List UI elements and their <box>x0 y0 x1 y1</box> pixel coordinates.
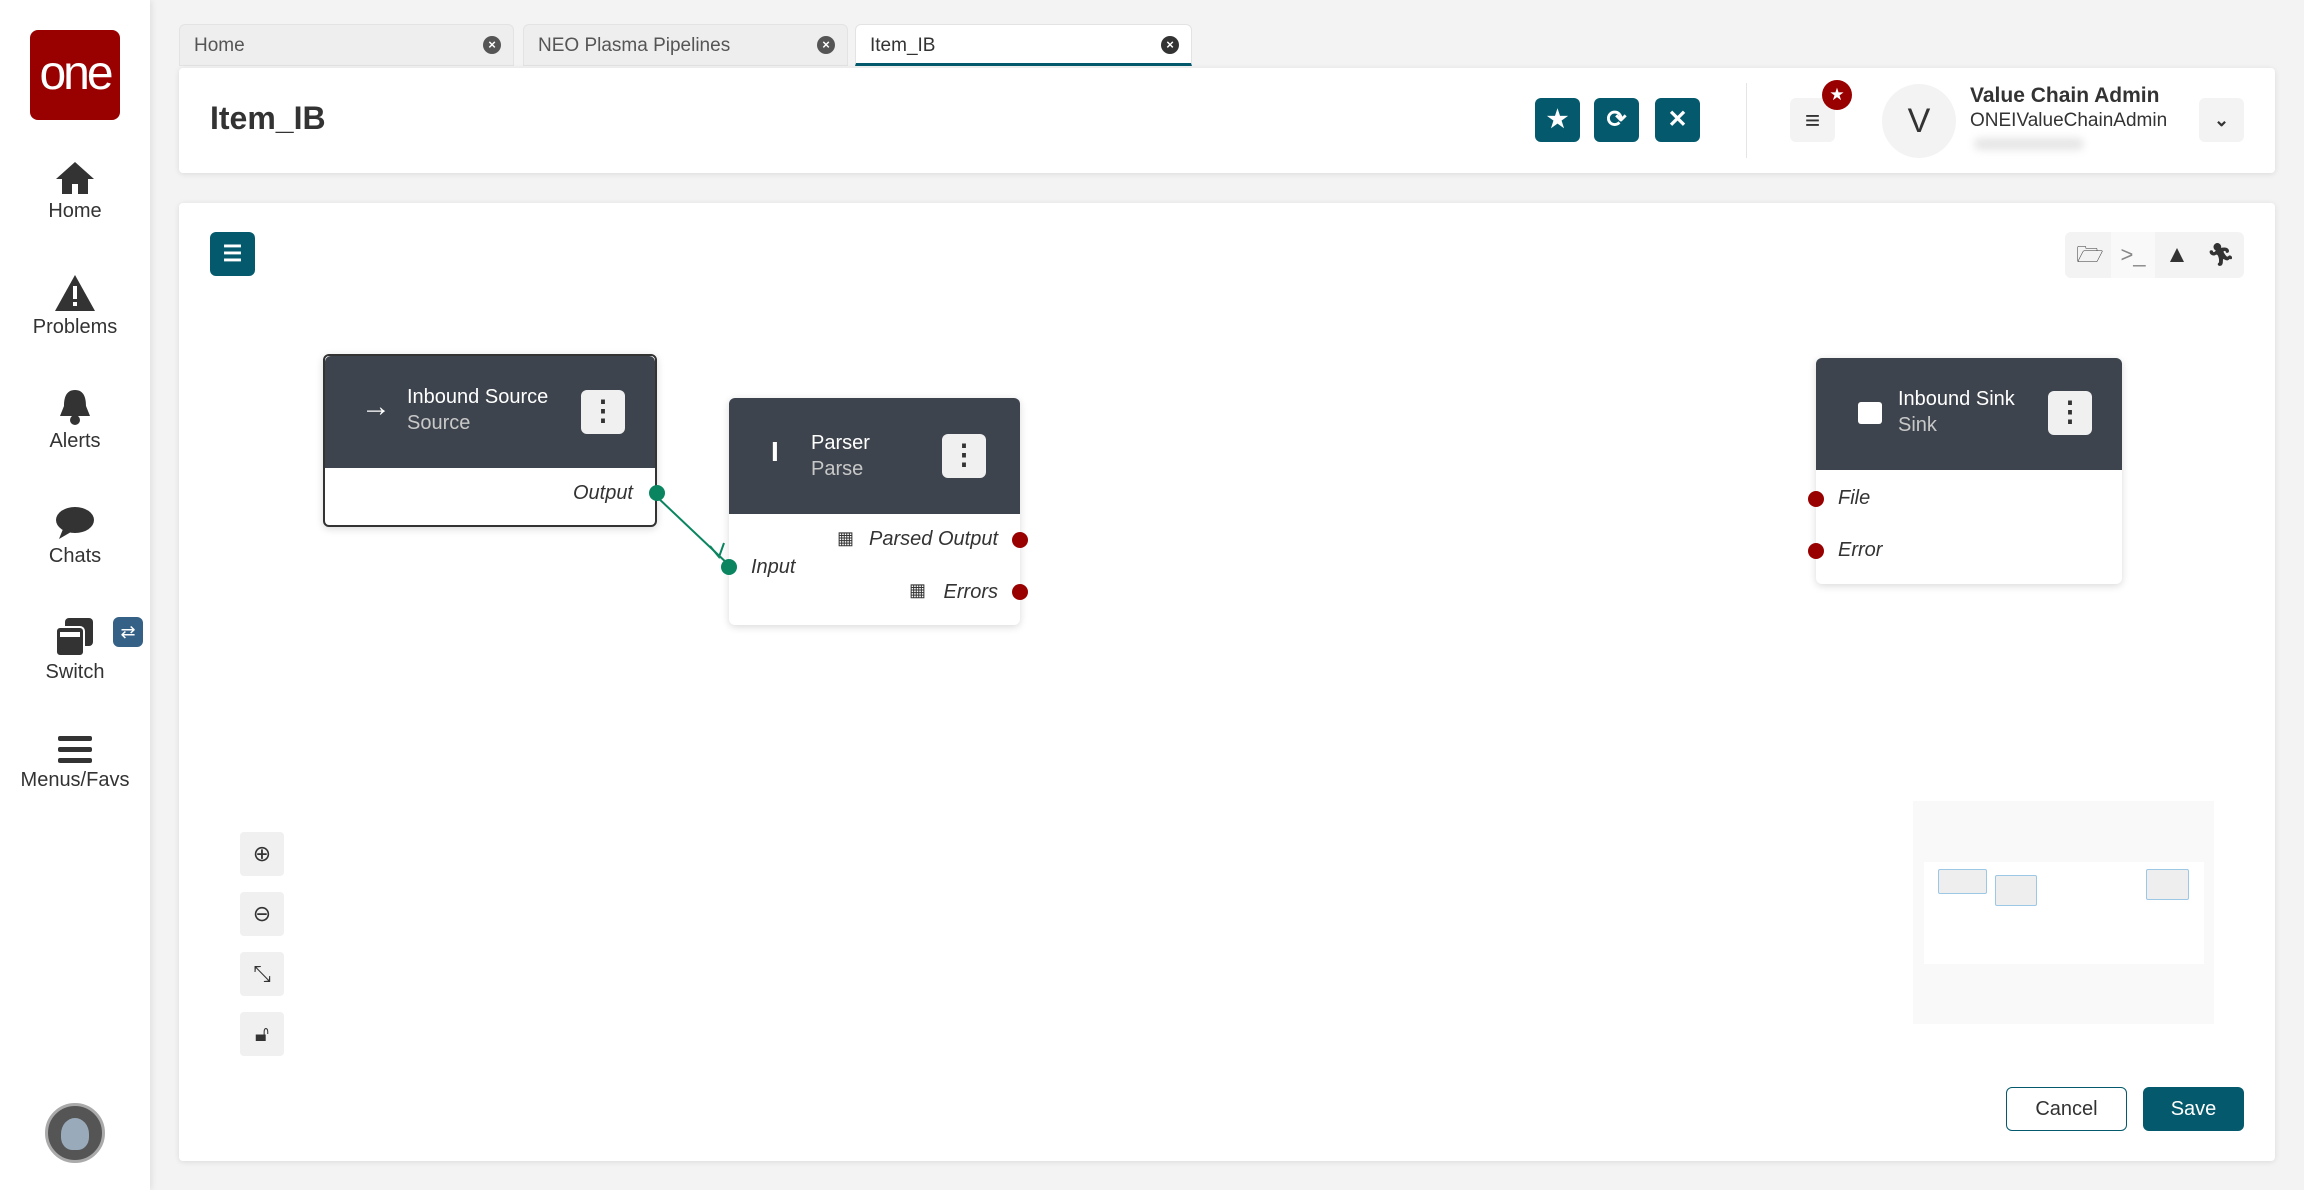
tab-label: Home <box>194 35 245 56</box>
node-parser[interactable]: I Parser Parse ⋮ Input ▦ Parsed Output ▦… <box>721 398 1028 625</box>
square-icon <box>1858 402 1882 424</box>
user-menu-chevron-down-icon[interactable]: ⌄ <box>2199 98 2244 142</box>
zoom-in-button[interactable]: ⊕ <box>240 832 284 876</box>
cancel-button[interactable]: Cancel <box>2006 1087 2127 1131</box>
sidebar-item-label: Alerts <box>49 430 101 452</box>
close-icon: ✕ <box>1667 106 1688 133</box>
sidebar-item-label: Chats <box>48 545 102 567</box>
lock-toggle-button[interactable]: 🔓︎ <box>240 1012 284 1056</box>
logo[interactable]: one <box>30 30 120 120</box>
tab-item-ib[interactable]: Item_IB × <box>855 24 1192 66</box>
minimap-node <box>1938 869 1987 894</box>
star-icon: ★ <box>1546 106 1569 133</box>
node-title: Inbound Sink <box>1898 388 2015 410</box>
favorites-badge-star-icon[interactable]: ★ <box>1822 80 1852 110</box>
node-inbound-sink[interactable]: Inbound Sink Sink ⋮ File Error <box>1808 358 2122 584</box>
zoom-out-icon: ⊖ <box>252 901 272 926</box>
assistant-avatar-icon[interactable] <box>45 1103 105 1163</box>
home-icon <box>56 162 94 194</box>
node-inbound-source[interactable]: → Inbound Source Source ⋮ Output <box>323 354 665 527</box>
hamburger-icon <box>58 736 92 763</box>
port-input[interactable] <box>721 559 737 575</box>
close-button[interactable]: ✕ <box>1655 98 1700 142</box>
tab-home[interactable]: Home × <box>179 24 514 66</box>
port-errors[interactable] <box>1012 584 1028 600</box>
user-id: ONEIValueChainAdmin <box>1970 110 2168 131</box>
text-cursor-icon: I <box>771 436 779 467</box>
node-header: Inbound Sink Sink ⋮ <box>1816 358 2122 470</box>
zoom-out-button[interactable]: ⊖ <box>240 892 284 936</box>
sidebar-item-menus-favs[interactable]: Menus/Favs <box>0 735 150 792</box>
avatar[interactable]: V <box>1882 84 1956 158</box>
node-title: Parser <box>811 432 870 454</box>
node-subtitle: Sink <box>1898 414 1937 436</box>
sidebar-item-chats[interactable]: Chats <box>0 505 150 568</box>
node-subtitle: Parse <box>811 458 864 480</box>
grid-icon: ▦ <box>909 580 927 600</box>
page-header: Item_IB ★ ⟳ ✕ ≡ ★ V Value Chain Admin ON… <box>179 68 2275 173</box>
tab-neo-plasma-pipelines[interactable]: NEO Plasma Pipelines × <box>523 24 848 66</box>
port-output[interactable] <box>649 485 665 501</box>
port-label-input: Input <box>751 556 796 578</box>
mountain-icon[interactable]: ▲ <box>2155 232 2199 278</box>
unlock-icon: 🔓︎ <box>254 1021 270 1046</box>
minimap-node <box>2146 869 2189 900</box>
node-subtitle: Source <box>407 412 471 434</box>
node-menu-kebab-icon[interactable]: ⋮ <box>942 434 986 478</box>
bell-icon <box>60 390 90 425</box>
divider <box>1746 83 1747 158</box>
pipeline-canvas[interactable]: ☰ 🗁 >_ ▲ 🏃︎ → Inbound Source Source ⋮ Ou… <box>179 203 2275 1161</box>
chat-icon <box>56 507 94 539</box>
zoom-in-icon: ⊕ <box>252 841 272 866</box>
close-tab-icon[interactable]: × <box>817 36 835 54</box>
terminal-icon[interactable]: >_ <box>2111 232 2155 278</box>
favorite-button[interactable]: ★ <box>1535 98 1580 142</box>
user-name: Value Chain Admin <box>1970 84 2160 107</box>
warning-icon <box>55 275 95 311</box>
grid-icon: ▦ <box>837 528 855 548</box>
node-title: Inbound Source <box>407 386 549 408</box>
port-error[interactable] <box>1808 543 1824 559</box>
node-menu-kebab-icon[interactable]: ⋮ <box>581 390 625 434</box>
sidebar-item-home[interactable]: Home <box>0 160 150 223</box>
sidebar-item-label: Home <box>48 200 102 222</box>
node-header: I Parser Parse ⋮ <box>729 398 1020 514</box>
close-tab-icon[interactable]: × <box>483 36 501 54</box>
refresh-button[interactable]: ⟳ <box>1594 98 1639 142</box>
compress-icon: ⤡ <box>253 961 271 986</box>
port-label-parsed-output: Parsed Output <box>869 528 998 550</box>
fit-view-button[interactable]: ⤡ <box>240 952 284 996</box>
port-label-output: Output <box>572 482 633 504</box>
blurred-user-info <box>1974 138 2084 150</box>
minimap[interactable] <box>1913 801 2214 1024</box>
port-label-file: File <box>1838 487 1871 509</box>
node-header: → Inbound Source Source ⋮ <box>325 356 655 468</box>
switch-arrows-icon[interactable]: ⇄ <box>113 617 143 647</box>
canvas-toolbar: 🗁 >_ ▲ 🏃︎ <box>2065 232 2244 278</box>
page-title: Item_IB <box>210 100 326 136</box>
running-icon[interactable]: 🏃︎ <box>2199 232 2243 278</box>
sidebar-item-label: Problems <box>32 316 118 338</box>
refresh-icon: ⟳ <box>1606 106 1627 133</box>
folder-open-icon[interactable]: 🗁 <box>2069 232 2111 278</box>
save-button[interactable]: Save <box>2143 1087 2244 1131</box>
tab-label: Item_IB <box>870 35 936 56</box>
list-icon: ≡ <box>1804 105 1821 135</box>
tab-label: NEO Plasma Pipelines <box>538 35 731 56</box>
windows-icon <box>55 618 93 657</box>
close-tab-icon[interactable]: × <box>1161 36 1179 54</box>
sidebar-item-label: Switch <box>45 661 105 683</box>
sidebar-item-problems[interactable]: Problems <box>0 274 150 339</box>
port-label-error: Error <box>1838 539 1883 561</box>
node-menu-kebab-icon[interactable]: ⋮ <box>2048 391 2092 435</box>
port-parsed-output[interactable] <box>1012 532 1028 548</box>
sidebar: one Home Problems Alerts Chats Switch ⇄ … <box>0 0 150 1190</box>
sidebar-item-alerts[interactable]: Alerts <box>0 388 150 453</box>
arrow-right-icon: → <box>361 390 391 423</box>
minimap-node <box>1995 875 2037 906</box>
sidebar-item-label: Menus/Favs <box>20 769 130 791</box>
port-label-errors: Errors <box>943 581 998 603</box>
port-file[interactable] <box>1808 491 1824 507</box>
